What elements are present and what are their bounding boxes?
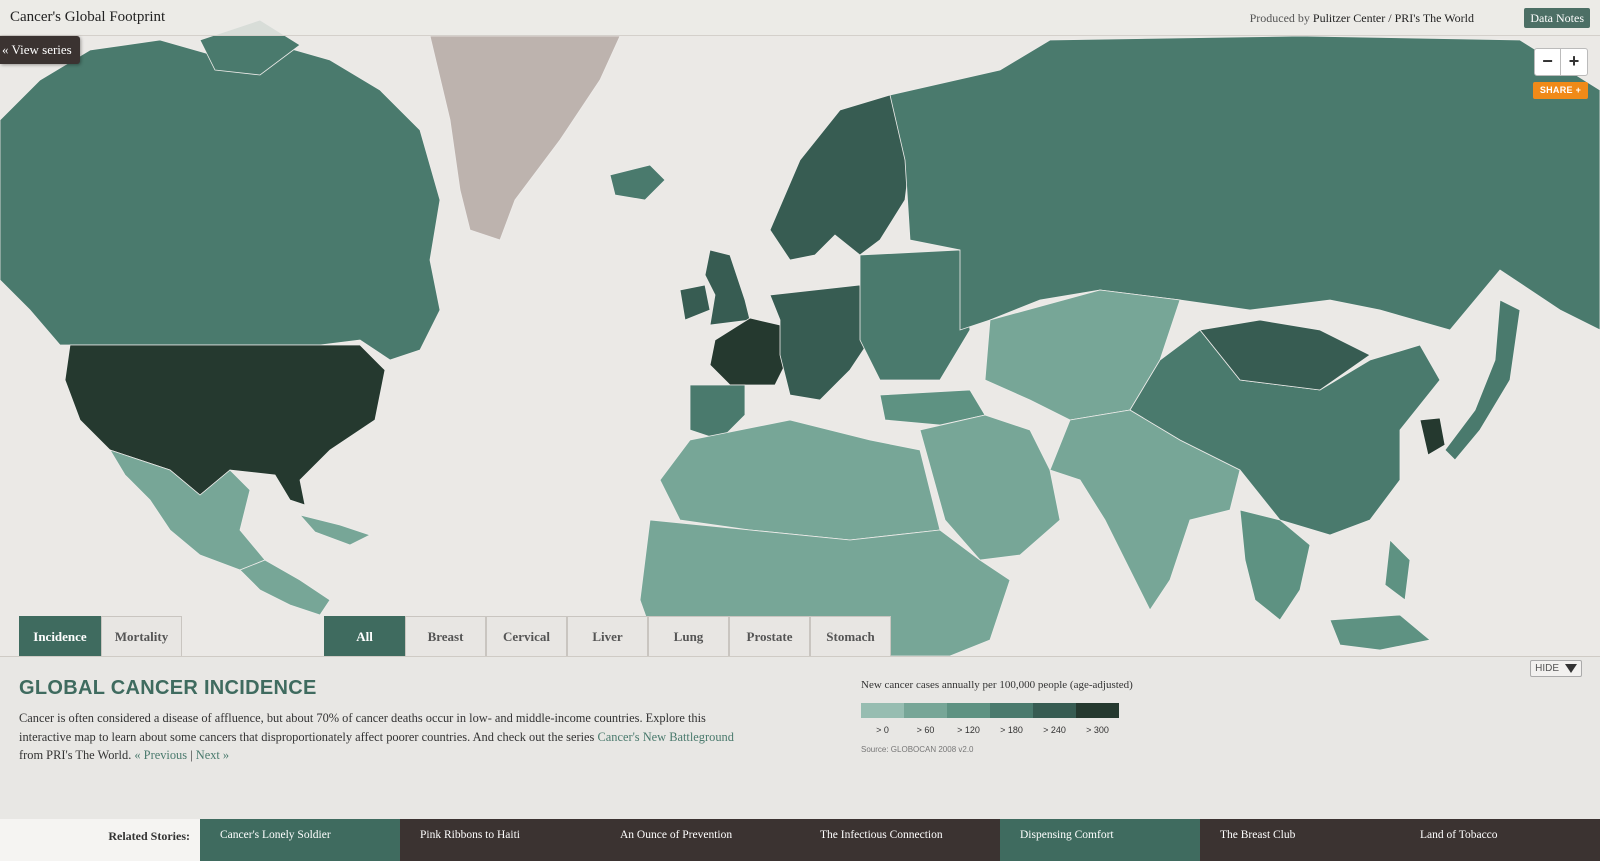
legend-color-bar	[861, 703, 1119, 718]
related-story[interactable]: An Ounce of Prevention	[600, 819, 800, 861]
related-story[interactable]: The Infectious Connection	[800, 819, 1000, 861]
triangle-down-icon	[1565, 664, 1577, 673]
produced-by-link[interactable]: Pulitzer Center / PRI's The World	[1313, 11, 1474, 25]
desc-text-2: from PRI's The World.	[19, 748, 135, 762]
tab-stomach[interactable]: Stomach	[810, 616, 891, 656]
panel-title: GLOBAL CANCER INCIDENCE	[19, 677, 317, 699]
measure-tabs: Incidence Mortality	[19, 616, 182, 656]
legend-swatch	[904, 703, 947, 718]
info-panel: GLOBAL CANCER INCIDENCE Cancer is often …	[0, 656, 1600, 819]
related-story[interactable]: Dispensing Comfort	[1000, 819, 1200, 861]
tab-mortality[interactable]: Mortality	[101, 616, 182, 656]
legend-label: > 300	[1086, 725, 1109, 735]
tab-breast[interactable]: Breast	[405, 616, 486, 656]
tab-incidence[interactable]: Incidence	[19, 616, 101, 656]
data-notes-button[interactable]: Data Notes	[1524, 8, 1590, 28]
legend-swatch	[947, 703, 990, 718]
produced-by-prefix: Produced by	[1249, 11, 1310, 25]
zoom-controls: − +	[1534, 48, 1588, 76]
app-title: Cancer's Global Footprint	[10, 9, 166, 25]
legend-swatch	[861, 703, 904, 718]
legend-label: > 240	[1043, 725, 1066, 735]
legend-label: > 120	[957, 725, 980, 735]
region-canada[interactable]	[0, 39, 441, 361]
related-story[interactable]: Land of Tobacco	[1400, 819, 1600, 861]
zoom-in-button[interactable]: +	[1561, 49, 1587, 75]
tab-all[interactable]: All	[324, 616, 405, 656]
tab-lung[interactable]: Lung	[648, 616, 729, 656]
related-stories-label: Related Stories:	[0, 819, 200, 861]
related-stories-bar: Related Stories: Cancer's Lonely Soldier…	[0, 819, 1600, 861]
legend-swatch	[1033, 703, 1076, 718]
legend-source: Source: GLOBOCAN 2008 v2.0	[861, 745, 974, 754]
zoom-out-button[interactable]: −	[1535, 49, 1561, 75]
legend-title: New cancer cases annually per 100,000 pe…	[861, 679, 1133, 691]
series-link[interactable]: Cancer's New Battleground	[597, 730, 733, 744]
related-story[interactable]: Cancer's Lonely Soldier	[200, 819, 400, 861]
previous-link[interactable]: « Previous	[134, 748, 187, 762]
legend-swatch	[1076, 703, 1119, 718]
next-link[interactable]: Next »	[196, 748, 229, 762]
top-bar: Cancer's Global Footprint Produced by Pu…	[0, 0, 1600, 36]
panel-description: Cancer is often considered a disease of …	[19, 709, 739, 765]
share-button[interactable]: SHARE +	[1533, 82, 1588, 99]
tab-prostate[interactable]: Prostate	[729, 616, 810, 656]
tab-liver[interactable]: Liver	[567, 616, 648, 656]
legend-swatch	[990, 703, 1033, 718]
view-series-button[interactable]: « View series	[0, 36, 80, 64]
cancer-type-tabs: All Breast Cervical Liver Lung Prostate …	[324, 616, 891, 656]
tab-cervical[interactable]: Cervical	[486, 616, 567, 656]
nav-separator: |	[187, 748, 196, 762]
hide-label: HIDE	[1535, 663, 1559, 674]
related-story[interactable]: Pink Ribbons to Haiti	[400, 819, 600, 861]
produced-by: Produced by Pulitzer Center / PRI's The …	[1250, 11, 1474, 26]
hide-panel-button[interactable]: HIDE	[1530, 660, 1582, 677]
related-story[interactable]: The Breast Club	[1200, 819, 1400, 861]
legend-label: > 180	[1000, 725, 1023, 735]
legend-label: > 60	[916, 725, 935, 735]
legend-labels: > 0 > 60 > 120 > 180 > 240 > 300	[861, 721, 1119, 735]
legend-label: > 0	[876, 725, 889, 735]
